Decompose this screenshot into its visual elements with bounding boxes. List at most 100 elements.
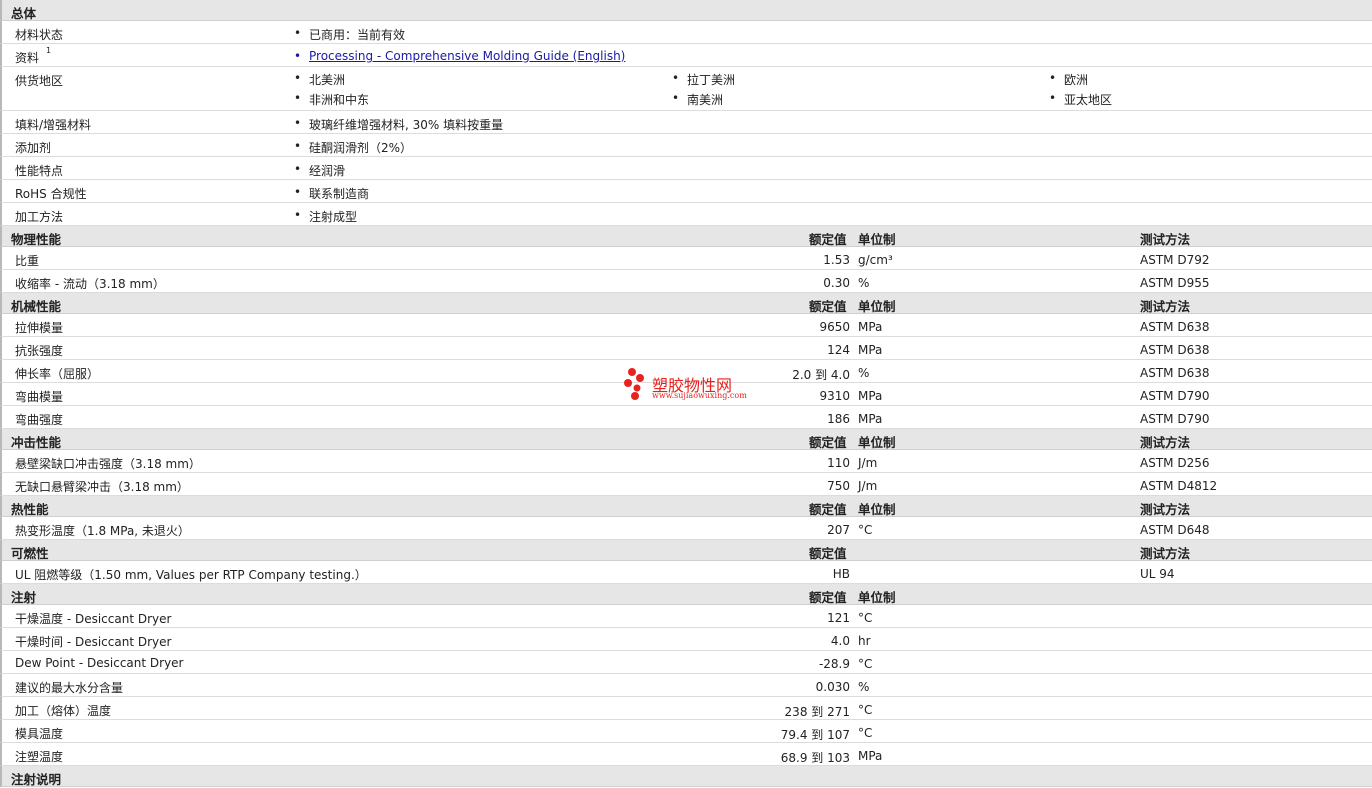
general-row-label: 性能特点	[15, 164, 64, 178]
property-unit: MPa	[858, 343, 883, 357]
test-method: ASTM D4812	[1140, 479, 1218, 493]
general-row: 性能特点 经润滑	[0, 157, 1372, 180]
property-unit: °C	[858, 611, 873, 625]
general-item: 联系制造商	[294, 185, 369, 202]
property-value: 9650	[819, 320, 850, 334]
property-unit: °C	[858, 726, 873, 740]
test-method: ASTM D792	[1140, 253, 1210, 267]
property-label: 比重	[15, 254, 40, 268]
property-row: UL 阻燃等级（1.50 mm, Values per RTP Company …	[0, 561, 1372, 584]
section-header: 物理性能 额定值 单位制 测试方法	[0, 226, 1372, 247]
section-title: 物理性能	[11, 232, 62, 247]
property-label: 加工（熔体）温度	[15, 704, 112, 718]
property-unit: °C	[858, 523, 873, 537]
section-title: 机械性能	[11, 299, 62, 314]
property-value: 1.53	[823, 253, 850, 267]
general-item: 南美洲	[672, 91, 723, 108]
general-row: 加工方法 注射成型	[0, 203, 1372, 226]
general-row: 供货地区 北美洲 拉丁美洲 欧洲非洲和中东 南美洲 亚太地区	[0, 67, 1372, 111]
property-row: 干燥时间 - Desiccant Dryer 4.0 hr	[0, 628, 1372, 651]
property-value: 186	[827, 412, 850, 426]
property-row: 热变形温度（1.8 MPa, 未退火） 207 °C ASTM D648	[0, 517, 1372, 540]
property-unit: %	[858, 680, 870, 694]
general-row: 填料/增强材料 玻璃纤维增强材料, 30% 填料按重量	[0, 111, 1372, 134]
section-header-general: 总体	[0, 0, 1372, 21]
property-row: 注塑温度 68.9 到 103 MPa	[0, 743, 1372, 766]
test-method: ASTM D638	[1140, 343, 1210, 357]
section-title: 注射说明	[11, 772, 62, 787]
column-header-method: 测试方法	[1140, 232, 1191, 247]
watermark-url: www.sujiaowuxing.com	[652, 391, 747, 400]
property-unit: J/m	[858, 479, 878, 493]
property-value: 207	[827, 523, 850, 537]
property-label: 模具温度	[15, 727, 64, 741]
test-method: ASTM D256	[1140, 456, 1210, 470]
column-header-value: 额定值	[809, 590, 847, 605]
property-value: HB	[832, 567, 850, 581]
property-row: 建议的最大水分含量 0.030%	[0, 674, 1372, 697]
property-row: 比重 1.53 g/cm³ ASTM D792	[0, 247, 1372, 270]
property-row: 收缩率 - 流动（3.18 mm） 0.30% ASTM D955	[0, 270, 1372, 293]
property-label: 干燥时间 - Desiccant Dryer	[15, 635, 172, 649]
general-item: 北美洲	[294, 71, 345, 88]
column-header-method: 测试方法	[1140, 435, 1191, 450]
property-value: 9310	[819, 389, 850, 403]
footnote-marker: 1	[46, 46, 52, 55]
section-title: 热性能	[11, 502, 49, 517]
property-label: 热变形温度（1.8 MPa, 未退火）	[15, 524, 190, 538]
test-method: ASTM D638	[1140, 366, 1210, 380]
test-method: ASTM D955	[1140, 276, 1210, 290]
property-label: 注塑温度	[15, 750, 64, 764]
property-value: 110	[827, 456, 850, 470]
section-header: 冲击性能 额定值 单位制 测试方法	[0, 429, 1372, 450]
property-value: 79.4 到 107	[780, 728, 850, 742]
column-header-value: 额定值	[809, 502, 847, 517]
property-label: UL 阻燃等级（1.50 mm, Values per RTP Company …	[15, 568, 367, 582]
property-unit: MPa	[858, 749, 883, 763]
section-header: 机械性能 额定值 单位制 测试方法	[0, 293, 1372, 314]
property-label: 伸长率（屈服）	[15, 367, 100, 381]
property-unit: hr	[858, 634, 871, 648]
general-row: RoHS 合规性 联系制造商	[0, 180, 1372, 203]
property-unit: MPa	[858, 389, 883, 403]
property-row: 弯曲强度 186 MPa ASTM D790	[0, 406, 1372, 429]
general-item: 欧洲	[1049, 71, 1088, 88]
general-row-label: 填料/增强材料	[15, 118, 92, 132]
section-header: 注射说明	[0, 766, 1372, 787]
general-row-label: 资料	[15, 51, 40, 65]
property-row: 抗张强度 124 MPa ASTM D638	[0, 337, 1372, 360]
column-header-unit: 单位制	[858, 502, 896, 517]
section-title: 注射	[11, 590, 37, 605]
property-unit: °C	[858, 657, 873, 671]
column-header-value: 额定值	[809, 299, 847, 314]
general-item: 硅酮润滑剂（2%）	[294, 139, 412, 156]
property-row: 无缺口悬臂梁冲击（3.18 mm） 750 J/m ASTM D4812	[0, 473, 1372, 496]
property-value: 4.0	[830, 634, 850, 648]
general-row-label: 供货地区	[15, 74, 64, 88]
property-label: 拉伸模量	[15, 321, 64, 335]
property-value: 68.9 到 103	[780, 751, 850, 765]
general-row: 材料状态 已商用：当前有效	[0, 21, 1372, 44]
property-value: 2.0 到 4.0	[792, 368, 850, 382]
property-value: 0.030	[815, 680, 850, 694]
general-row-label: 添加剂	[15, 141, 52, 155]
general-item: 玻璃纤维增强材料, 30% 填料按重量	[294, 116, 503, 133]
column-header-value: 额定值	[809, 546, 847, 561]
column-header-method: 测试方法	[1140, 502, 1191, 517]
property-row: 模具温度 79.4 到 107 °C	[0, 720, 1372, 743]
test-method: ASTM D790	[1140, 389, 1210, 403]
property-label: 建议的最大水分含量	[15, 681, 124, 695]
property-row: 干燥温度 - Desiccant Dryer 121 °C	[0, 605, 1372, 628]
general-item: 注射成型	[294, 208, 357, 225]
test-method: ASTM D648	[1140, 523, 1210, 537]
property-unit: J/m	[858, 456, 878, 470]
property-value: 750	[827, 479, 850, 493]
property-label: 抗张强度	[15, 344, 64, 358]
document-link[interactable]: Processing - Comprehensive Molding Guide…	[294, 49, 625, 63]
general-row-label: RoHS 合规性	[15, 187, 87, 201]
property-unit: %	[858, 276, 870, 290]
property-label: 收缩率 - 流动（3.18 mm）	[15, 277, 165, 291]
general-item: 经润滑	[294, 162, 345, 179]
property-label: 无缺口悬臂梁冲击（3.18 mm）	[15, 480, 189, 494]
general-row: 资料 1 Processing - Comprehensive Molding Gu…	[0, 44, 1372, 67]
